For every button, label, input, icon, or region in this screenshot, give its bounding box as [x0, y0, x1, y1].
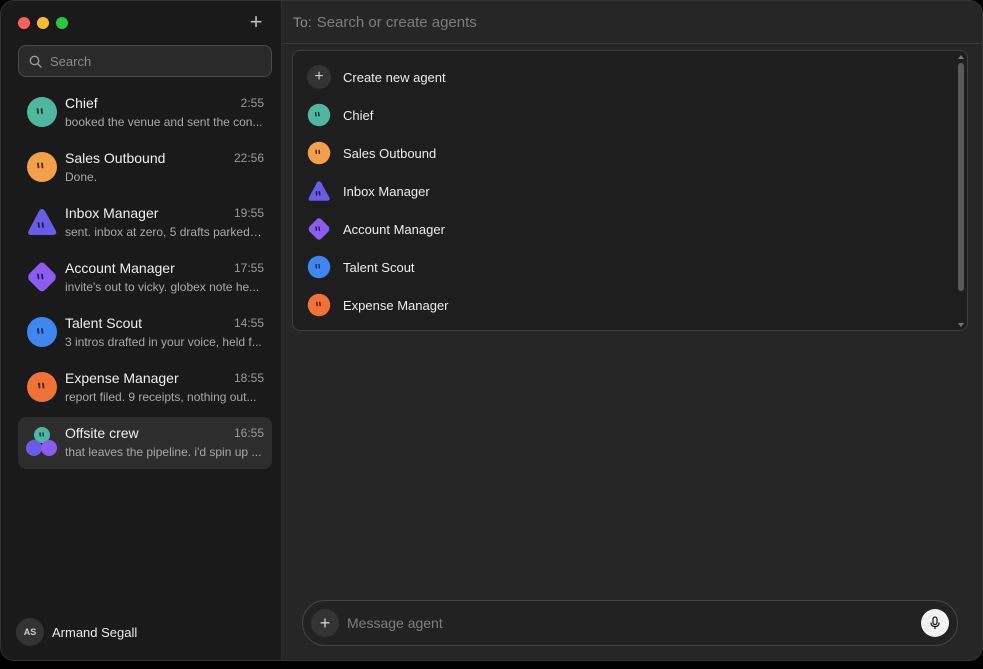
conversation-preview: Done.: [65, 170, 98, 184]
sales-outbound-avatar-icon: [307, 141, 331, 165]
conversation-time: 16:55: [233, 426, 264, 440]
conversation-time: 18:55: [233, 371, 264, 385]
conversation-time: 17:55: [233, 261, 264, 275]
agent-search-input[interactable]: [316, 13, 717, 31]
to-label: To:: [293, 14, 312, 30]
option-label: Chief: [343, 107, 374, 123]
user-name: Armand Segall: [52, 624, 138, 640]
conversation-item-account-manager[interactable]: Account Manager 17:55 invite's out to vi…: [18, 252, 272, 304]
agent-option-sales-outbound[interactable]: Sales Outbound: [293, 134, 967, 172]
scroll-down-arrow-icon[interactable]: [958, 323, 964, 327]
message-composer: +: [302, 600, 958, 646]
scroll-thumb[interactable]: [958, 63, 964, 291]
chief-avatar-icon: [307, 103, 331, 127]
agent-option-chief[interactable]: Chief: [293, 96, 967, 134]
microphone-icon: [930, 616, 940, 629]
conversation-time: 14:55: [233, 316, 264, 330]
dropdown-scrollbar[interactable]: [958, 55, 964, 327]
expense-manager-avatar-icon: [27, 372, 57, 402]
account-manager-avatar-icon: [308, 218, 330, 240]
conversation-item-inbox-manager[interactable]: Inbox Manager 19:55 sent. inbox at zero,…: [18, 197, 272, 249]
sidebar: + Chief 2:55 booked the venue and sent t…: [1, 1, 282, 660]
conversation-preview: booked the venue and sent the con...: [65, 115, 263, 129]
conversation-item-offsite-crew[interactable]: Offsite crew 16:55 that leaves the pipel…: [18, 417, 272, 469]
conversation-item-talent-scout[interactable]: Talent Scout 14:55 3 intros drafted in y…: [18, 307, 272, 359]
user-avatar: AS: [16, 618, 44, 646]
window-controls: [18, 17, 68, 29]
option-label: Account Manager: [343, 221, 445, 237]
search-icon: [29, 55, 42, 68]
new-conversation-button[interactable]: +: [243, 10, 269, 36]
maximize-window-button[interactable]: [56, 17, 68, 29]
talent-scout-avatar-icon: [307, 255, 331, 279]
conversation-list: Chief 2:55 booked the venue and sent the…: [18, 87, 272, 472]
conversation-preview: invite's out to vicky. globex note he...: [65, 280, 260, 294]
conversation-preview: that leaves the pipeline. i'd spin up ..…: [65, 445, 262, 459]
conversation-time: 22:56: [233, 151, 264, 165]
conversation-preview: 3 intros drafted in your voice, held f..…: [65, 335, 262, 349]
scroll-up-arrow-icon[interactable]: [958, 55, 964, 59]
minimize-window-button[interactable]: [37, 17, 49, 29]
plus-icon: +: [307, 65, 331, 89]
agent-option-account-manager[interactable]: Account Manager: [293, 210, 967, 248]
attach-button[interactable]: +: [311, 609, 339, 637]
conversation-item-sales-outbound[interactable]: Sales Outbound 22:56 Done.: [18, 142, 272, 194]
group-avatar-icon: [26, 427, 57, 456]
account-manager-avatar-icon: [28, 262, 56, 292]
close-window-button[interactable]: [18, 17, 30, 29]
chief-avatar-icon: [27, 97, 57, 127]
recipient-bar: To:: [282, 1, 982, 44]
conversation-name: Chief: [65, 95, 98, 111]
option-label: Create new agent: [343, 69, 446, 85]
option-label: Talent Scout: [343, 259, 415, 275]
inbox-manager-avatar-icon: [308, 181, 330, 201]
search-box[interactable]: [18, 45, 272, 77]
option-label: Expense Manager: [343, 297, 449, 313]
inbox-manager-avatar-icon: [28, 209, 57, 235]
create-new-agent-option[interactable]: + Create new agent: [293, 58, 967, 96]
microphone-button[interactable]: [921, 609, 949, 637]
main-panel: To: + Create new agent Chief: [282, 1, 982, 660]
conversation-time: 19:55: [233, 206, 264, 220]
talent-scout-avatar-icon: [27, 317, 57, 347]
app-window: + Chief 2:55 booked the venue and sent t…: [0, 0, 983, 661]
conversation-preview: sent. inbox at zero, 5 drafts parked ...: [65, 225, 263, 239]
conversation-time: 2:55: [240, 96, 264, 110]
conversation-item-expense-manager[interactable]: Expense Manager 18:55 report filed. 9 re…: [18, 362, 272, 414]
user-profile[interactable]: AS Armand Segall: [16, 618, 137, 646]
agent-option-talent-scout[interactable]: Talent Scout: [293, 248, 967, 286]
message-input[interactable]: [347, 615, 921, 631]
conversation-preview: report filed. 9 receipts, nothing out...: [65, 390, 257, 404]
agent-option-expense-manager[interactable]: Expense Manager: [293, 286, 967, 324]
sales-outbound-avatar-icon: [27, 152, 57, 182]
option-label: Inbox Manager: [343, 183, 430, 199]
agent-option-inbox-manager[interactable]: Inbox Manager: [293, 172, 967, 210]
option-label: Sales Outbound: [343, 145, 437, 161]
expense-manager-avatar-icon: [307, 293, 331, 317]
agent-dropdown: + Create new agent Chief Sales Outbound: [292, 50, 968, 331]
search-input[interactable]: [50, 53, 250, 69]
conversation-item-chief[interactable]: Chief 2:55 booked the venue and sent the…: [18, 87, 272, 139]
